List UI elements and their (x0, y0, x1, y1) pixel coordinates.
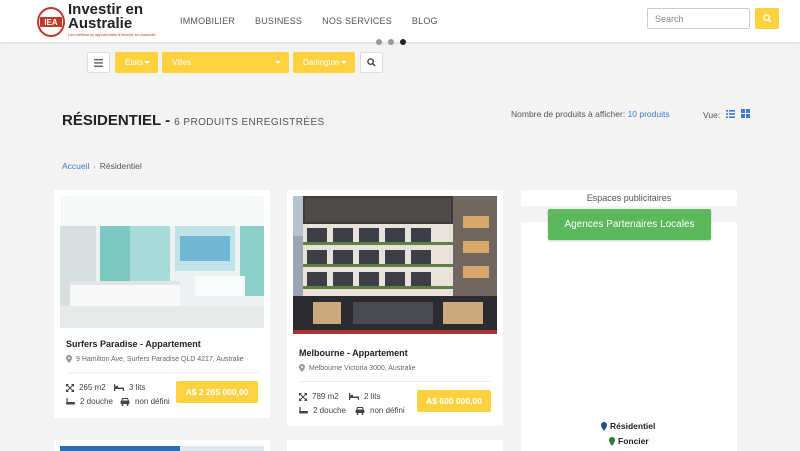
chevron-down-icon (341, 61, 347, 64)
map-panel[interactable] (521, 222, 737, 451)
breadcrumb-home[interactable]: Accueil (62, 161, 89, 171)
legend-item-foncier[interactable]: Foncier (609, 436, 649, 446)
product-address-text: 9 Hamilton Ave, Surfers Paradise QLD 421… (76, 355, 244, 363)
baths-value: 2 douche (80, 397, 113, 406)
chevron-down-icon (275, 61, 281, 64)
legend-label: Foncier (618, 436, 649, 446)
nav-business[interactable]: BUSINESS (255, 16, 302, 26)
ville-select[interactable]: Darlington (293, 52, 355, 73)
location-pin-icon (299, 364, 305, 372)
page-subtitle: 6 PRODUITS ENREGISTRÉES (174, 117, 325, 128)
site-logo[interactable]: IEA Investir en Australie Les meilleures… (36, 2, 166, 40)
location-pin-icon (66, 355, 72, 363)
product-address: Melbourne Victoria 3000, Australie (299, 364, 416, 372)
view-label: Vue: (703, 109, 721, 120)
list-view-icon[interactable] (726, 109, 736, 120)
etats-select[interactable]: Etats (115, 52, 158, 73)
feature-baths: 2 douche (66, 397, 113, 406)
product-address: 9 Hamilton Ave, Surfers Paradise QLD 421… (66, 355, 244, 363)
feature-area: 265 m2 (66, 383, 106, 392)
card-divider (66, 372, 258, 373)
page-title: RÉSIDENTIEL - 6 PRODUITS ENREGISTRÉES (62, 112, 325, 129)
beds-value: 2 lits (364, 392, 381, 401)
site-header: IEA Investir en Australie Les meilleures… (0, 0, 800, 42)
view-toggle: Vue: (703, 109, 751, 120)
villes-label: Villes (172, 58, 191, 67)
logo-tagline: Les meilleures opportunités d'investir e… (68, 32, 156, 37)
expand-arrows-icon (299, 392, 307, 401)
bed-icon (349, 393, 359, 400)
product-card[interactable] (54, 440, 270, 451)
per-page-label: Nombre de produits à afficher: (511, 109, 626, 119)
legend-label: Résidentiel (610, 421, 656, 431)
parking-value: non défini (135, 397, 170, 406)
price-button[interactable]: A$ 600 000,00 (417, 390, 491, 412)
villes-select[interactable]: Villes (162, 52, 289, 73)
search-button[interactable] (755, 8, 779, 29)
chevron-down-icon (144, 61, 150, 64)
carousel-dot-active[interactable] (400, 39, 406, 45)
nav-immobilier[interactable]: IMMOBILIER (180, 16, 235, 26)
logo-line2: Australie (68, 15, 133, 32)
ads-title: Espaces publicitaires (521, 190, 737, 206)
breadcrumb-current: Résidentiel (99, 161, 142, 171)
product-title[interactable]: Melbourne - Appartement (299, 348, 408, 358)
area-value: 789 m2 (312, 392, 339, 401)
per-page-control: Nombre de produits à afficher: 10 produi… (511, 109, 670, 119)
product-address-text: Melbourne Victoria 3000, Australie (309, 364, 416, 372)
search-icon (367, 58, 376, 67)
partner-agencies-button[interactable]: Agences Partenaires Locales (548, 209, 711, 240)
product-photo[interactable] (293, 196, 497, 334)
feature-beds: 2 lits (349, 392, 380, 401)
card-divider (299, 381, 491, 382)
map-marker-icon (601, 421, 607, 431)
search-icon (762, 14, 772, 23)
hamburger-icon (94, 58, 103, 67)
car-icon (355, 406, 365, 415)
nav-blog[interactable]: BLOG (412, 16, 438, 26)
product-card[interactable] (287, 440, 503, 451)
carousel-dots (376, 39, 412, 45)
product-photo[interactable] (60, 446, 264, 451)
feature-parking: non défini (120, 397, 170, 406)
carousel-dot[interactable] (388, 39, 394, 45)
price-button[interactable]: A$ 2 265 000,00 (176, 381, 258, 403)
feature-beds: 3 lits (114, 383, 145, 392)
bathtub-icon (299, 406, 308, 413)
product-photo[interactable] (60, 196, 264, 328)
page-title-main: RÉSIDENTIEL (62, 112, 161, 129)
filter-search-button[interactable] (360, 52, 383, 73)
nav-nos-services[interactable]: NOS SERVICES (322, 16, 392, 26)
map-marker-icon (609, 436, 615, 446)
feature-area: 789 m2 (299, 392, 339, 401)
menu-toggle-button[interactable] (87, 52, 110, 73)
product-title[interactable]: Surfers Paradise - Appartement (66, 339, 201, 349)
logo-badge-icon: IEA (37, 7, 65, 37)
per-page-link[interactable]: 10 produits (628, 109, 670, 119)
grid-view-icon[interactable] (741, 109, 751, 120)
legend-item-residentiel[interactable]: Résidentiel (601, 421, 655, 431)
product-card[interactable]: Melbourne - Appartement Melbourne Victor… (287, 190, 503, 426)
beds-value: 3 lits (129, 383, 146, 392)
svg-text:IEA: IEA (44, 18, 58, 27)
area-value: 265 m2 (79, 383, 106, 392)
main-nav: IMMOBILIER BUSINESS NOS SERVICES BLOG (180, 16, 458, 26)
bed-icon (114, 384, 124, 391)
baths-value: 2 douche (313, 406, 346, 415)
search-input[interactable] (647, 8, 750, 29)
parking-value: non défini (370, 406, 405, 415)
carousel-dot[interactable] (376, 39, 382, 45)
product-card[interactable]: Surfers Paradise - Appartement 9 Hamilto… (54, 190, 270, 418)
feature-parking: non défini (355, 406, 405, 415)
ville-label: Darlington (303, 58, 340, 67)
breadcrumb: Accueil › Résidentiel (62, 161, 142, 171)
bathtub-icon (66, 397, 75, 404)
car-icon (120, 397, 130, 406)
expand-arrows-icon (66, 383, 74, 392)
breadcrumb-separator-icon: › (93, 164, 96, 171)
feature-baths: 2 douche (299, 406, 346, 415)
etats-label: Etats (125, 58, 144, 67)
